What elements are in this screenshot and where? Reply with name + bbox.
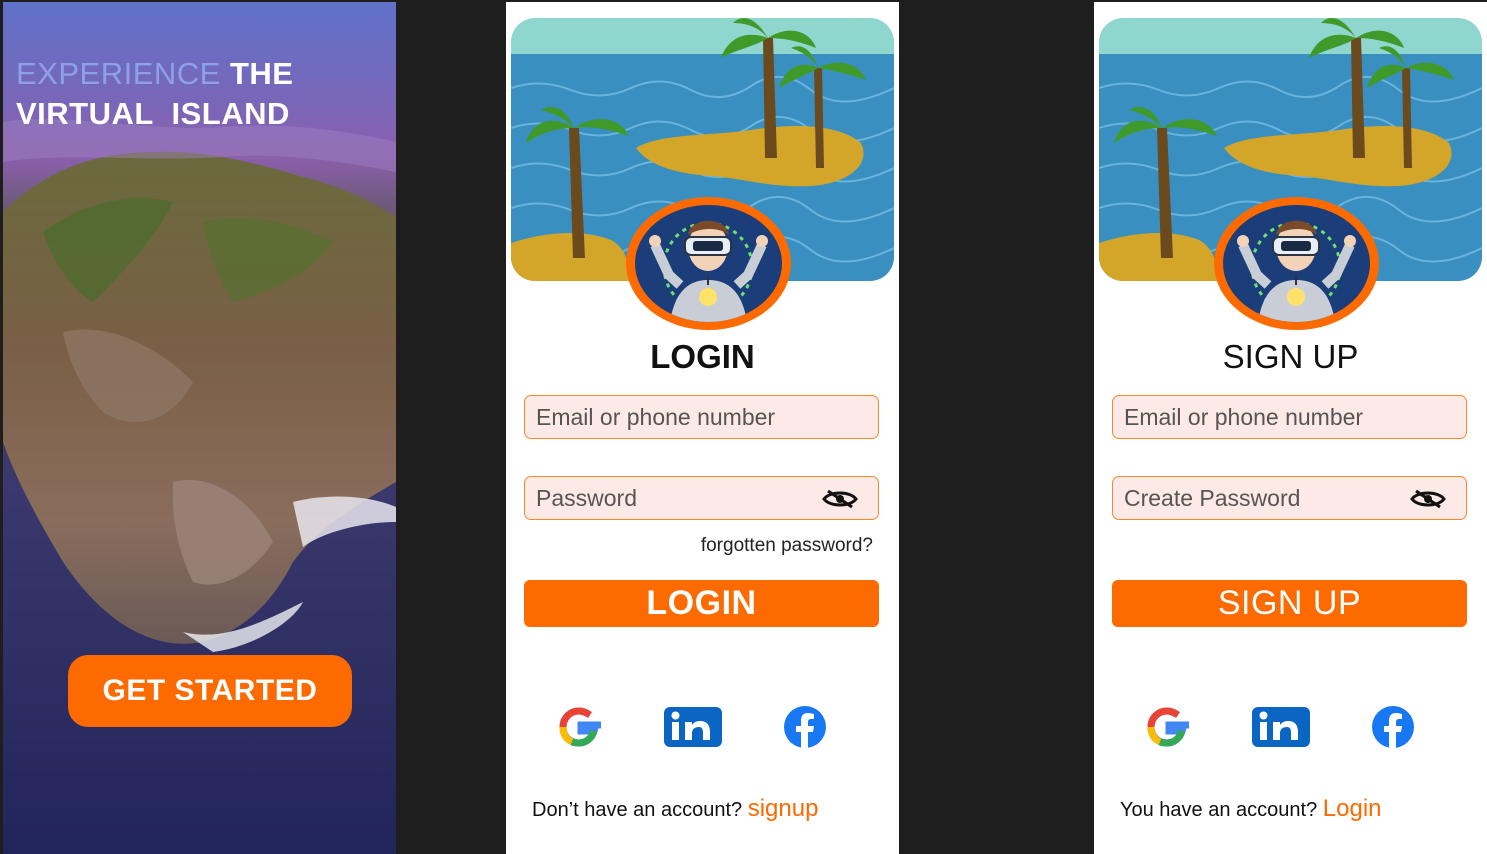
linkedin-icon: [1252, 707, 1310, 747]
login-screen: LOGIN Email or phone number Password for…: [506, 2, 899, 854]
signup-prompt: Don’t have an account? signup: [532, 795, 818, 823]
linkedin-login-button[interactable]: [663, 702, 723, 752]
facebook-icon: [784, 706, 826, 748]
password-placeholder: Password: [536, 484, 637, 511]
eye-slash-icon[interactable]: [1410, 489, 1446, 509]
create-password-placeholder: Create Password: [1124, 484, 1301, 511]
eye-slash-icon[interactable]: [822, 489, 858, 509]
login-link[interactable]: Login: [1323, 795, 1382, 822]
login-prompt-text: You have an account?: [1120, 799, 1318, 821]
login-button[interactable]: LOGIN: [524, 580, 879, 627]
signup-link[interactable]: signup: [748, 795, 819, 822]
forgot-password-link[interactable]: forgotten password?: [701, 535, 873, 557]
splash-title: EXPERIENCE THE VIRTUAL ISLAND: [16, 54, 293, 134]
email-input[interactable]: Email or phone number: [524, 395, 879, 439]
google-signup-button[interactable]: [1139, 702, 1199, 752]
signup-heading: SIGN UP: [1222, 338, 1359, 375]
signup-button[interactable]: SIGN UP: [1112, 580, 1467, 627]
signup-prompt-text: Don’t have an account?: [532, 799, 743, 821]
signup-screen: SIGN UP Email or phone number Create Pas…: [1094, 2, 1487, 854]
email-placeholder: Email or phone number: [1124, 403, 1364, 430]
facebook-login-button[interactable]: [775, 702, 835, 752]
splash-title-line2: VIRTUAL ISLAND: [16, 96, 290, 131]
facebook-icon: [1372, 706, 1414, 748]
google-icon: [559, 707, 601, 747]
linkedin-signup-button[interactable]: [1251, 702, 1311, 752]
splash-screen: EXPERIENCE THE VIRTUAL ISLAND GET STARTE…: [3, 2, 396, 854]
get-started-button[interactable]: GET STARTED: [68, 655, 352, 727]
facebook-signup-button[interactable]: [1363, 702, 1423, 752]
vr-user-avatar: [1214, 197, 1379, 330]
splash-title-word-experience: EXPERIENCE: [16, 56, 221, 91]
login-prompt: You have an account? Login: [1120, 795, 1382, 823]
login-heading: LOGIN: [650, 338, 755, 375]
password-input[interactable]: Password: [524, 476, 879, 520]
email-placeholder: Email or phone number: [536, 403, 776, 430]
google-icon: [1147, 707, 1189, 747]
vr-user-avatar: [626, 197, 791, 330]
email-input[interactable]: Email or phone number: [1112, 395, 1467, 439]
create-password-input[interactable]: Create Password: [1112, 476, 1467, 520]
linkedin-icon: [664, 707, 722, 747]
splash-title-word-the: THE: [229, 56, 294, 91]
google-login-button[interactable]: [551, 702, 611, 752]
